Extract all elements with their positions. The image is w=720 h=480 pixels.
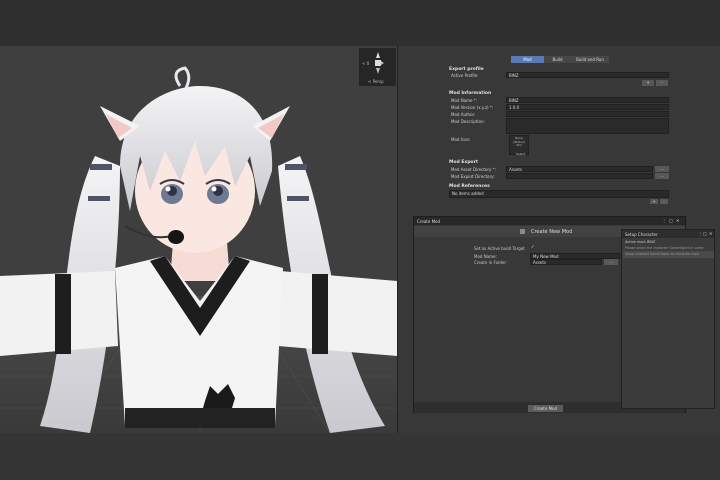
create-mod-tab[interactable]: Create Mod	[417, 219, 440, 224]
active-profile-dropdown[interactable]: BINZ	[506, 72, 669, 78]
mod-version-field[interactable]: 1.0.0	[506, 104, 669, 110]
mod-description-field[interactable]	[506, 118, 669, 134]
setup-character-button[interactable]: Setup selected GameObject as character m…	[623, 251, 714, 258]
window-menu-icon[interactable]: ⋮	[662, 218, 666, 223]
remove-reference-button[interactable]: -	[660, 199, 668, 204]
mod-asset-directory-label: Mod Asset Directory *:	[451, 167, 496, 172]
add-profile-button[interactable]: +	[642, 80, 654, 86]
tab-mod[interactable]: Mod	[511, 56, 544, 63]
mod-author-label: Mod Author:	[451, 112, 476, 117]
character-render	[0, 46, 397, 433]
maximize-icon[interactable]: □	[703, 231, 707, 236]
setup-character-window: Setup Character ⋮ □ ✕ Active mod: BINZ P…	[621, 229, 715, 409]
mod-information-header: Mod Information	[449, 91, 492, 96]
editor-toolbar	[0, 0, 720, 46]
tab-build-and-run[interactable]: Build and Run	[571, 56, 609, 63]
close-icon[interactable]: ✕	[676, 218, 679, 223]
editor-status-area	[0, 433, 720, 480]
mod-icon-select[interactable]: Select	[516, 152, 525, 156]
create-in-folder-label: Create in Folder:	[474, 260, 508, 265]
mod-export-header: Mod Export	[449, 160, 479, 165]
export-directory-browse-button[interactable]: ...	[655, 173, 669, 179]
mod-references-empty-text: No items added	[452, 191, 484, 196]
mod-export-directory-field[interactable]	[506, 173, 653, 179]
mod-export-directory-label: Mod Export Directory:	[451, 174, 495, 179]
window-menu-icon[interactable]: ⋮	[698, 231, 702, 236]
mod-inspector-panel: Mod Build Build and Run Export profile A…	[399, 46, 720, 214]
set-active-label: Set as Active build Target	[474, 246, 525, 251]
mod-name-field[interactable]: BINZ	[506, 97, 669, 103]
scene-view[interactable]	[0, 46, 398, 433]
maximize-icon[interactable]: □	[669, 218, 673, 223]
mod-version-label: Mod Version (x.y.z) *:	[451, 105, 494, 110]
mod-description-label: Mod Description:	[451, 119, 485, 124]
asset-directory-browse-button[interactable]: ...	[655, 166, 669, 172]
mod-name-label: Mod Name *:	[451, 98, 478, 103]
mod-asset-directory-field[interactable]: Assets	[506, 166, 653, 172]
mod-icon	[520, 229, 525, 234]
setup-character-title[interactable]: Setup Character	[625, 232, 658, 237]
create-mod-heading: Create New Mod	[531, 229, 573, 235]
mod-name-label: Mod Name:	[474, 254, 497, 259]
close-icon[interactable]: ✕	[709, 231, 712, 236]
setup-character-titlebar[interactable]: Setup Character ⋮ □ ✕	[622, 230, 714, 238]
add-reference-button[interactable]: +	[650, 199, 658, 204]
create-in-folder-field[interactable]: Assets	[530, 259, 602, 265]
set-active-checkbox[interactable]: ✓	[531, 245, 535, 250]
create-mod-button[interactable]: Create Mod	[528, 405, 563, 412]
remove-profile-button[interactable]: -	[656, 80, 668, 86]
folder-browse-button[interactable]: ...	[604, 259, 618, 265]
setup-hint-text: Please select the character GameObject i…	[625, 246, 704, 250]
tab-build[interactable]: Build	[544, 56, 571, 63]
active-profile-label: Active Profile:	[451, 73, 479, 78]
mod-author-field[interactable]	[506, 111, 669, 117]
active-profile-value: BINZ	[509, 73, 519, 78]
export-profile-header: Export profile	[449, 67, 484, 72]
mod-references-header: Mod References	[449, 184, 490, 189]
scene-orientation-gizmo[interactable]: < X < Persp	[359, 48, 396, 86]
gizmo-persp-label[interactable]: < Persp	[368, 79, 384, 84]
mod-references-list: No items added	[449, 190, 669, 198]
axis-gizmo-icon	[375, 52, 384, 74]
create-mod-window-titlebar[interactable]: Create Mod ⋮ □ ✕	[414, 217, 685, 225]
mod-icon-label: Mod Icon:	[451, 137, 471, 142]
active-mod-text: Active mod: BINZ	[625, 240, 656, 244]
gizmo-x-label: < X	[362, 61, 370, 66]
